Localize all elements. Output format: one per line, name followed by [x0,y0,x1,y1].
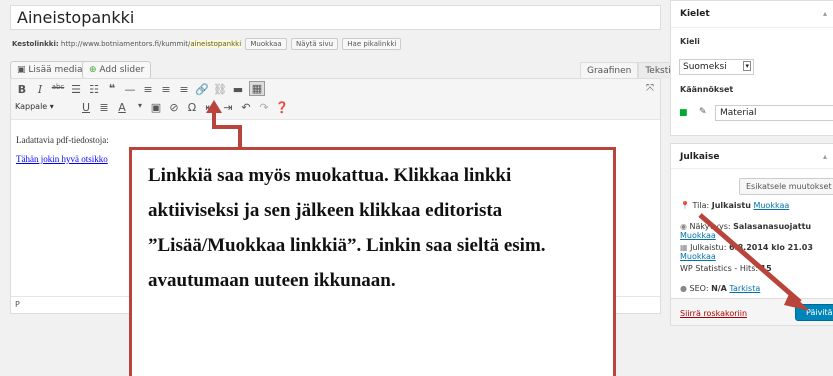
arrow-to-link-icon [206,100,242,147]
annotation-callout: Linkkiä saa myös muokattua. Klikkaa link… [129,147,616,376]
arrow-to-update-button [698,213,810,311]
